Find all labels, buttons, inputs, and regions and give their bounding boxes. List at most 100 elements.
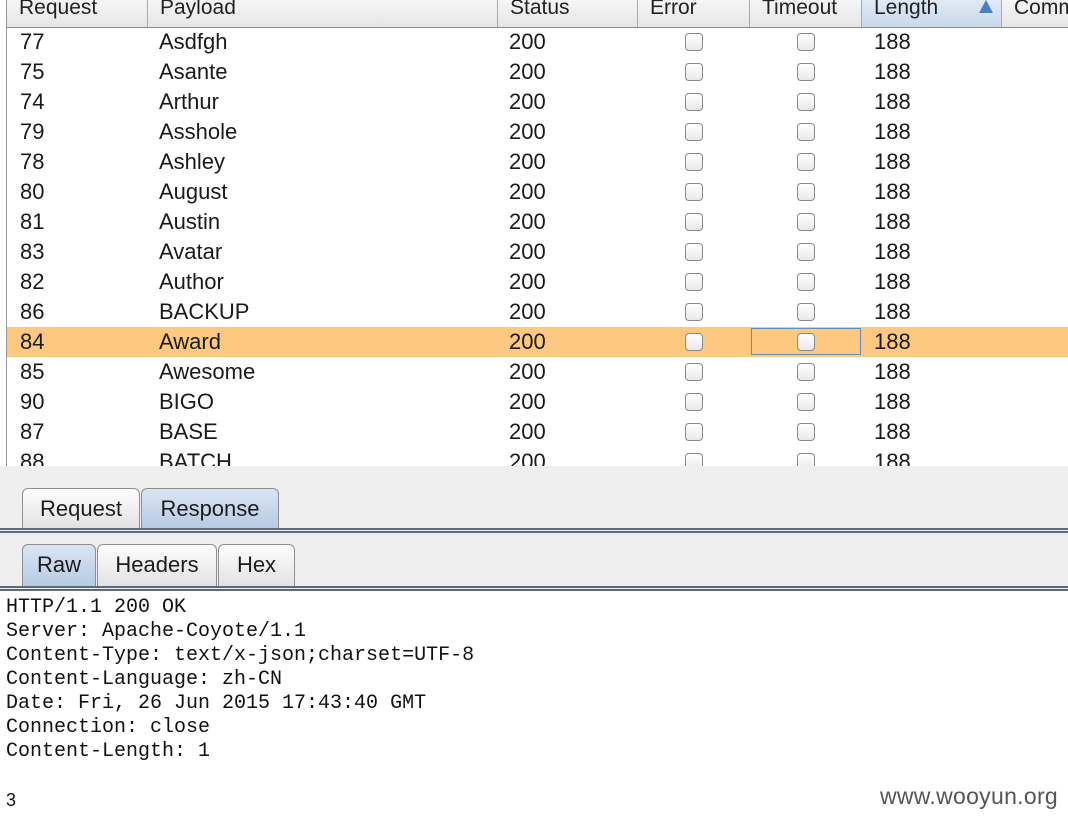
- cell-request-number: 88: [20, 449, 45, 467]
- cell-request-number: 90: [20, 389, 45, 414]
- table-row[interactable]: 80 August 200 188: [7, 177, 1068, 207]
- tab-hex[interactable]: Hex: [218, 544, 295, 586]
- error-checkbox: [685, 63, 703, 81]
- table-row[interactable]: 87 BASE 200 188: [7, 417, 1068, 447]
- cell-payload: Asante: [159, 59, 228, 84]
- error-checkbox: [685, 213, 703, 231]
- column-header-label: Comm: [1014, 0, 1068, 19]
- cell-length: 188: [874, 389, 911, 414]
- cell-status: 200: [509, 119, 546, 144]
- column-header-comment[interactable]: Comm: [1002, 0, 1068, 27]
- column-header-error[interactable]: Error: [638, 0, 750, 27]
- tab-label: Raw: [36, 552, 81, 577]
- timeout-checkbox: [797, 273, 815, 291]
- table-row[interactable]: 85 Awesome 200 188: [7, 357, 1068, 387]
- cell-length: 188: [874, 449, 911, 467]
- cell-length: 188: [874, 149, 911, 174]
- tab-raw[interactable]: Raw: [22, 544, 96, 586]
- cell-length: 188: [874, 59, 911, 84]
- timeout-checkbox: [797, 453, 815, 466]
- cell-status: 200: [509, 299, 546, 324]
- response-body-line: 3: [6, 790, 17, 810]
- cell-length: 188: [874, 29, 911, 54]
- table-row[interactable]: 74 Arthur 200 188: [7, 87, 1068, 117]
- column-header-payload[interactable]: Payload: [148, 0, 498, 27]
- cell-request-number: 79: [20, 119, 45, 144]
- cell-status: 200: [509, 179, 546, 204]
- table-row[interactable]: 82 Author 200 188: [7, 267, 1068, 297]
- cell-length: 188: [874, 239, 911, 264]
- sort-ascending-icon: [979, 0, 993, 13]
- tab-label: Headers: [115, 552, 199, 577]
- timeout-checkbox: [797, 243, 815, 261]
- cell-request-number: 82: [20, 269, 45, 294]
- error-checkbox: [685, 183, 703, 201]
- column-header-label: Length: [874, 0, 939, 19]
- cell-status: 200: [509, 59, 546, 84]
- cell-length: 188: [874, 179, 911, 204]
- error-checkbox: [685, 303, 703, 321]
- timeout-checkbox: [797, 423, 815, 441]
- tab-strip-underline: [0, 586, 1068, 591]
- cell-request-number: 87: [20, 419, 45, 444]
- column-header-status[interactable]: Status: [498, 0, 638, 27]
- column-header-request[interactable]: Request: [7, 0, 148, 27]
- cell-payload: Author: [159, 269, 224, 294]
- cell-length: 188: [874, 299, 911, 324]
- cell-request-number: 84: [20, 329, 45, 354]
- error-checkbox: [685, 273, 703, 291]
- error-checkbox: [685, 453, 703, 466]
- response-header-line: Connection: close: [6, 716, 211, 739]
- tab-response[interactable]: Response: [141, 488, 279, 528]
- tab-headers[interactable]: Headers: [97, 544, 217, 586]
- table-body: 77 Asdfgh 200 188 75 Asante 200 188 74 Arthur 200 1…: [7, 27, 1068, 467]
- cell-status: 200: [509, 209, 546, 234]
- table-row[interactable]: 77 Asdfgh 200 188: [7, 27, 1068, 57]
- tab-request[interactable]: Request: [22, 488, 140, 528]
- cell-status: 200: [509, 449, 546, 467]
- timeout-checkbox: [797, 213, 815, 231]
- column-header-timeout[interactable]: Timeout: [750, 0, 862, 27]
- cell-payload: Arthur: [159, 89, 219, 114]
- message-tab-strip: Request Response: [0, 478, 1068, 533]
- cell-payload: Avatar: [159, 239, 223, 264]
- table-row[interactable]: 78 Ashley 200 188: [7, 147, 1068, 177]
- cell-status: 200: [509, 419, 546, 444]
- column-header-length[interactable]: Length: [862, 0, 1002, 27]
- error-checkbox: [685, 363, 703, 381]
- column-header-label: Payload: [160, 0, 236, 19]
- table-row[interactable]: 79 Asshole 200 188: [7, 117, 1068, 147]
- cell-length: 188: [874, 269, 911, 294]
- timeout-checkbox: [797, 393, 815, 411]
- cell-status: 200: [509, 239, 546, 264]
- timeout-checkbox: [797, 183, 815, 201]
- error-checkbox: [685, 333, 703, 351]
- tab-label: Request: [40, 496, 122, 521]
- cell-payload: Ashley: [159, 149, 226, 174]
- cell-request-number: 77: [20, 29, 45, 54]
- table-row[interactable]: 75 Asante 200 188: [7, 57, 1068, 87]
- cell-request-number: 85: [20, 359, 45, 384]
- cell-status: 200: [509, 359, 546, 384]
- error-checkbox: [685, 423, 703, 441]
- timeout-checkbox: [797, 303, 815, 321]
- cell-request-number: 74: [20, 89, 45, 114]
- cell-payload: BATCH: [159, 449, 232, 467]
- column-header-label: Request: [19, 0, 98, 19]
- table-row-selected[interactable]: 84 Award 200 188: [7, 327, 1068, 357]
- cell-payload: BIGO: [159, 389, 215, 414]
- cell-status: 200: [509, 269, 546, 294]
- cell-payload: Award: [159, 329, 221, 354]
- table-row[interactable]: 83 Avatar 200 188: [7, 237, 1068, 267]
- table-row[interactable]: 88 BATCH 200 188: [7, 447, 1068, 467]
- table-row[interactable]: 86 BACKUP 200 188: [7, 297, 1068, 327]
- timeout-checkbox: [797, 33, 815, 51]
- error-checkbox: [685, 123, 703, 141]
- response-header-line: Content-Type: text/x-json;charset=UTF-8: [6, 644, 475, 667]
- timeout-checkbox: [797, 93, 815, 111]
- table-row[interactable]: 90 BIGO 200 188: [7, 387, 1068, 417]
- column-header-label: Timeout: [762, 0, 838, 19]
- error-checkbox: [685, 153, 703, 171]
- timeout-checkbox: [797, 63, 815, 81]
- table-row[interactable]: 81 Austin 200 188: [7, 207, 1068, 237]
